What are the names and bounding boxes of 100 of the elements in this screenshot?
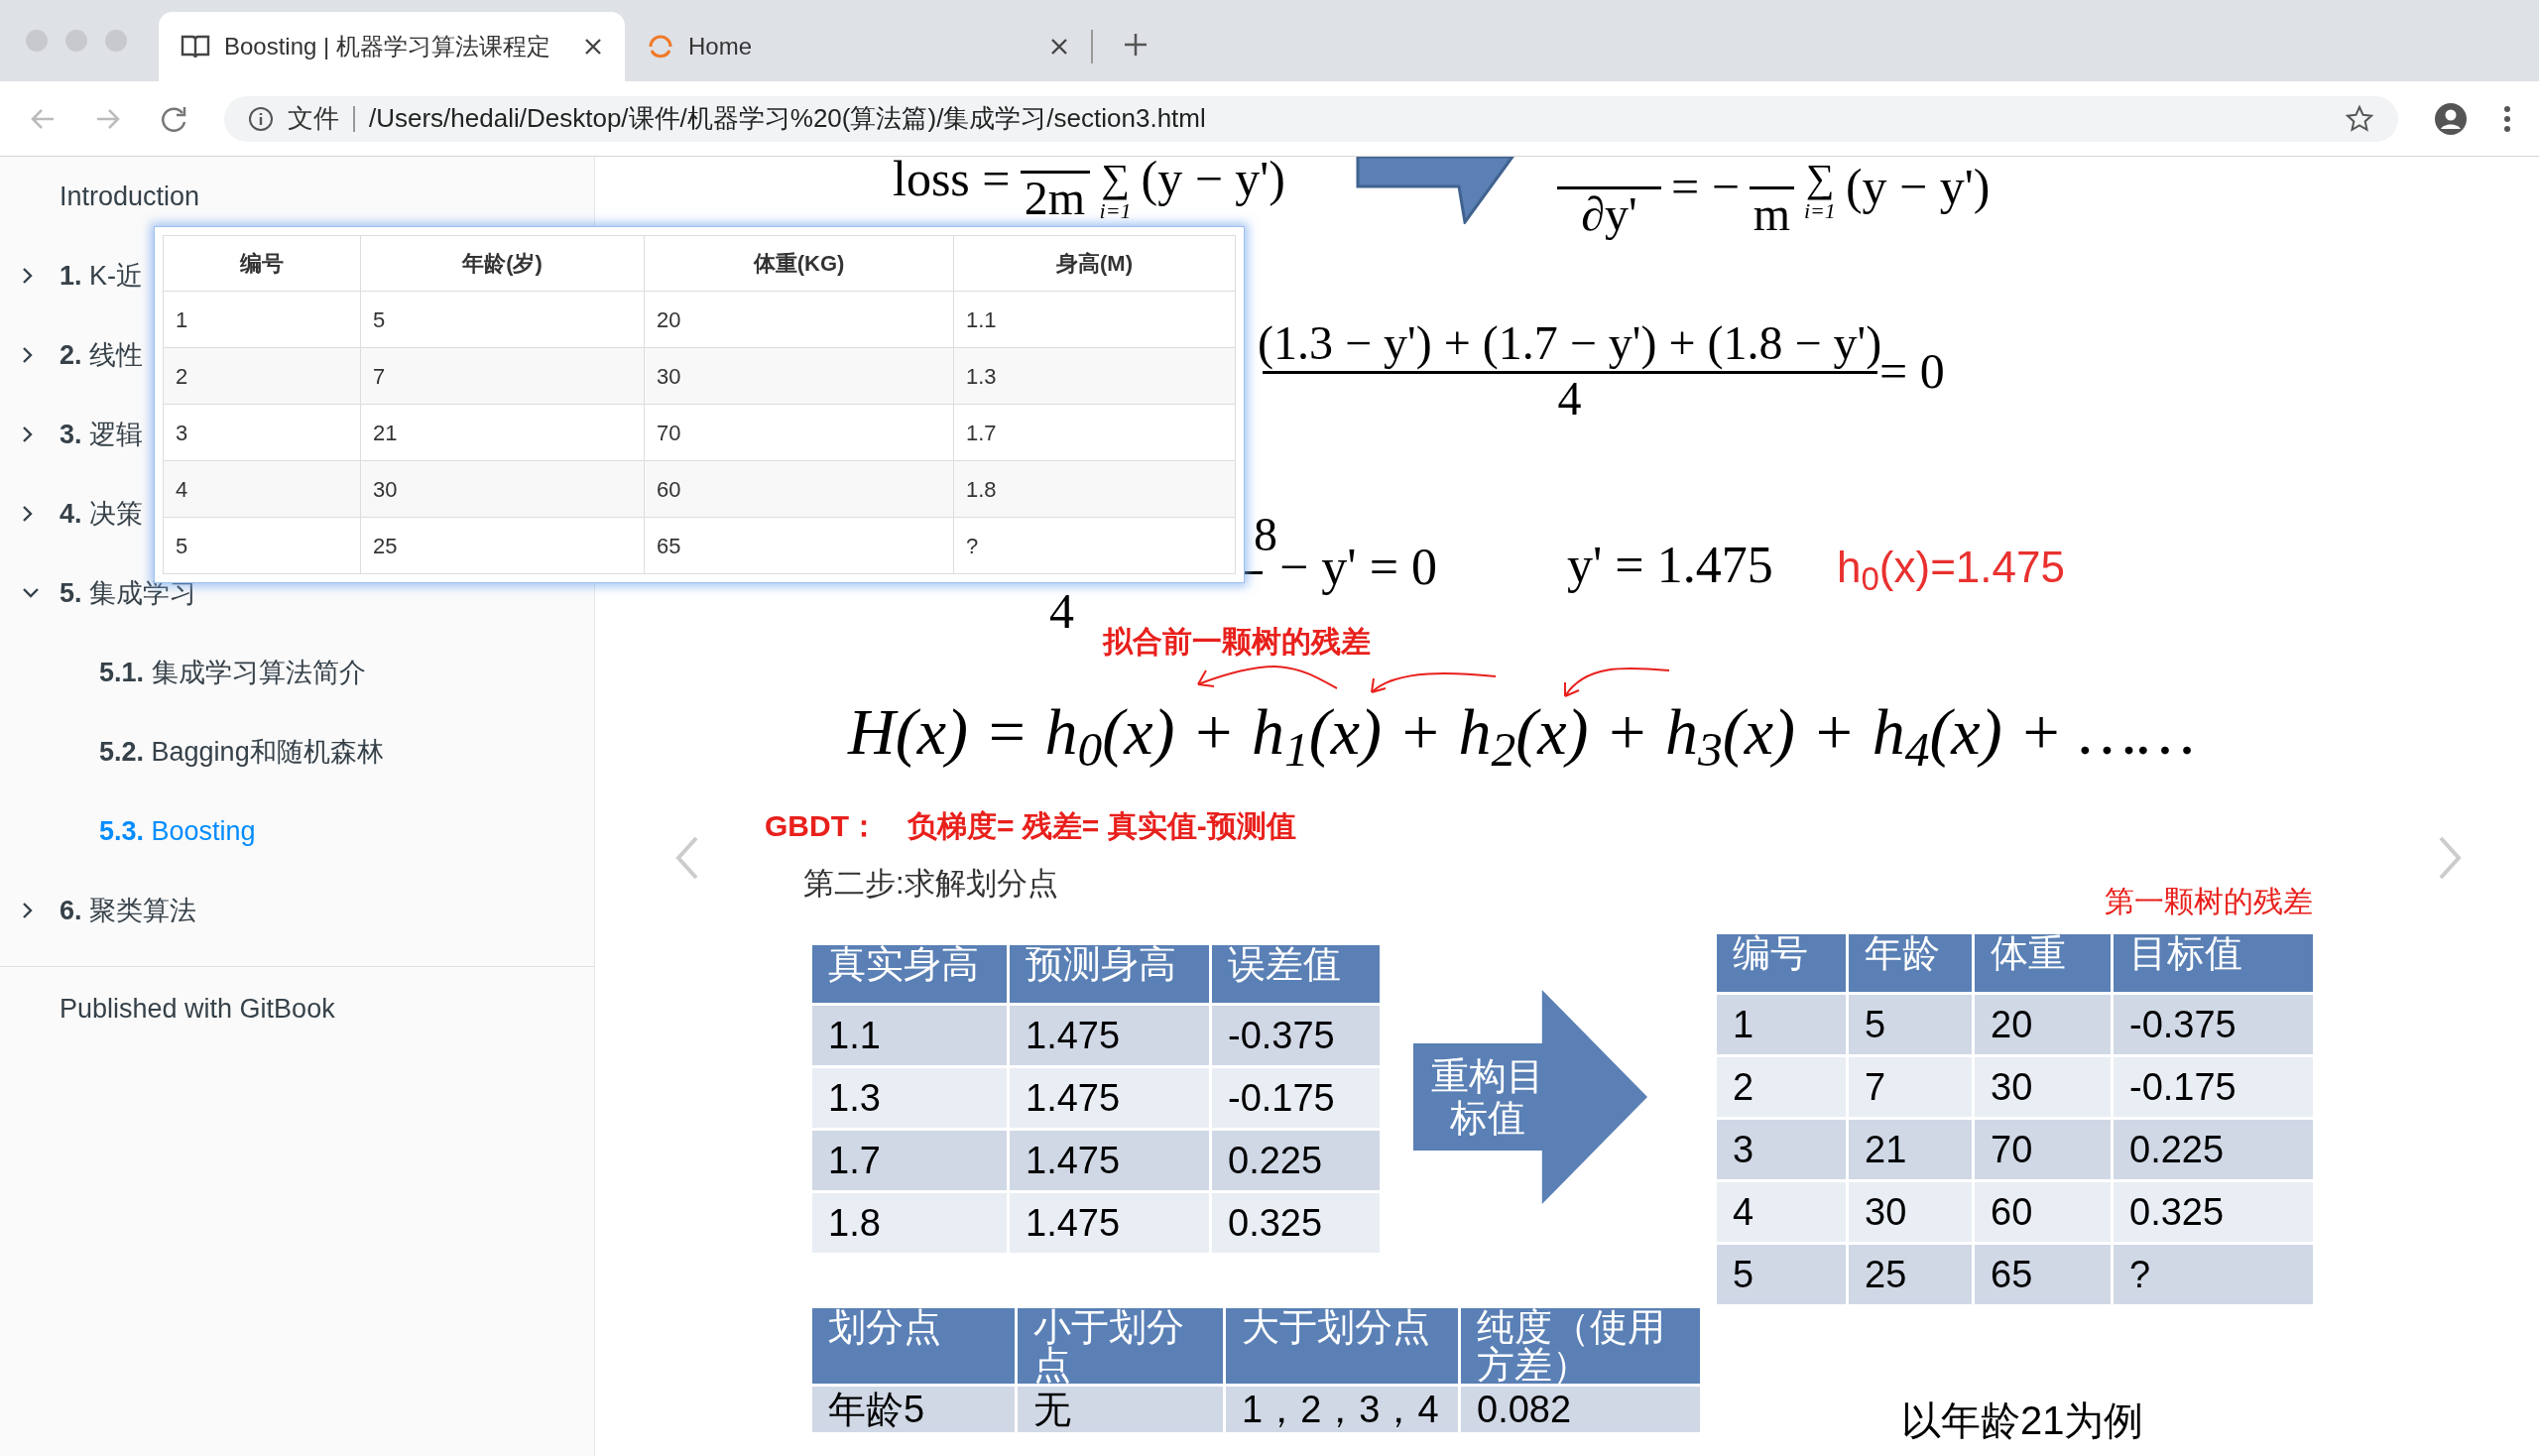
table-cell: 1.3 xyxy=(953,347,1236,405)
gbdt-definition: 负梯度= 残差= 真实值-预测值 xyxy=(907,808,1296,844)
column-header: 小于划分点 xyxy=(1018,1308,1223,1384)
chevron-right-icon[interactable] xyxy=(22,425,34,443)
table-cell: 5 xyxy=(1717,1245,1846,1304)
table-cell: 30 xyxy=(1849,1182,1972,1242)
table-cell: 1.1 xyxy=(953,291,1236,348)
chevron-down-icon[interactable] xyxy=(22,587,40,599)
table-cell: 60 xyxy=(644,460,954,518)
table-cell: 30 xyxy=(1975,1057,2111,1117)
table-cell: 1.475 xyxy=(1010,1068,1209,1128)
column-header: 体重 xyxy=(1975,934,2111,992)
nav-link[interactable]: 1. K-近 xyxy=(60,255,144,297)
numerator: 8 xyxy=(1254,507,1277,562)
table-cell: 1.475 xyxy=(1010,1006,1209,1065)
close-icon[interactable] xyxy=(583,37,603,57)
column-header: 划分点 xyxy=(812,1308,1015,1384)
browser-tab[interactable]: Home xyxy=(625,12,1091,81)
fraction-bar xyxy=(1749,186,1794,189)
table-cell: 7 xyxy=(360,347,645,405)
table-cell: 1.1 xyxy=(812,1006,1007,1065)
denominator: ∂y' xyxy=(1581,189,1637,239)
column-header: 年龄(岁) xyxy=(360,235,645,292)
table-cell: 1.475 xyxy=(1010,1131,1209,1190)
nav-link[interactable]: 3. 逻辑 xyxy=(60,414,144,455)
formula-text: loss = xyxy=(893,157,1011,208)
formula-text: y' = 1.475 xyxy=(1567,536,1773,595)
table-cell: 25 xyxy=(360,517,645,574)
published-with-gitbook-link[interactable]: Published with GitBook xyxy=(60,989,594,1030)
denominator: 2m xyxy=(1024,174,1086,223)
table-cell: 1.7 xyxy=(812,1131,1007,1190)
chevron-right-icon[interactable] xyxy=(22,902,34,919)
nav-link[interactable]: Introduction xyxy=(60,176,200,217)
table-cell: 21 xyxy=(1849,1120,1972,1179)
table-cell: 无 xyxy=(1018,1387,1223,1432)
column-header: 年龄 xyxy=(1849,934,1972,992)
table-cell: 2 xyxy=(1717,1057,1846,1117)
chevron-right-icon[interactable] xyxy=(22,505,34,523)
table-cell: 5 xyxy=(360,291,645,348)
denominator: m xyxy=(1753,189,1791,239)
formula-text: = − xyxy=(1671,158,1740,216)
chevron-right-icon[interactable] xyxy=(22,267,34,285)
formula-text: − y' = 0 xyxy=(1279,538,1438,597)
table-cell: 1.3 xyxy=(812,1068,1007,1128)
bookmark-star-icon[interactable] xyxy=(2345,103,2374,134)
formula-text: (y − y') xyxy=(1141,157,1285,208)
table-cell: 0.325 xyxy=(2114,1182,2313,1242)
tab-title: Boosting | 机器学习算法课程定 xyxy=(224,32,551,61)
sum-index: i=1 xyxy=(1803,200,1836,222)
column-header: 目标值 xyxy=(2114,934,2313,992)
table-cell: 60 xyxy=(1975,1182,2111,1242)
table-cell: -0.375 xyxy=(1212,1006,1380,1065)
table-cell: -0.175 xyxy=(1212,1068,1380,1128)
table-cell: 65 xyxy=(644,517,954,574)
numerator: (1.3 − y') + (1.7 − y') + (1.8 − y') xyxy=(1258,315,1882,370)
annotation-text: 拟合前一颗树的残差 xyxy=(1103,624,1371,660)
column-header: 纯度（使用方差） xyxy=(1461,1308,1700,1384)
table-cell: 1.475 xyxy=(1010,1193,1209,1253)
table-cell: 1 xyxy=(1717,995,1846,1054)
table-cell: 5 xyxy=(1849,995,1972,1054)
close-icon[interactable] xyxy=(1049,37,1069,57)
browser-tab[interactable]: Boosting | 机器学习算法课程定 xyxy=(159,12,625,81)
table-cell: 5 xyxy=(163,517,361,574)
denominator: 4 xyxy=(1049,582,1074,641)
loading-spinner-icon xyxy=(647,33,674,61)
table-cell: 0.225 xyxy=(2114,1120,2313,1179)
table-cell: 1.8 xyxy=(812,1193,1007,1253)
table-cell: 3 xyxy=(1717,1120,1846,1179)
file-scheme-label: 文件 xyxy=(288,102,339,135)
menu-icon[interactable] xyxy=(2503,103,2511,134)
table-cell: 7 xyxy=(1849,1057,1972,1117)
tab-title: Home xyxy=(688,32,754,61)
address-bar[interactable]: 文件 /Users/hedali/Desktop/课件/机器学习%20(算法篇)/集成学习/section3.html xyxy=(224,95,2398,142)
table-cell: 65 xyxy=(1975,1245,2111,1304)
table-cell: -0.375 xyxy=(2114,995,2313,1054)
table-cell: 2 xyxy=(163,347,361,405)
new-tab-icon[interactable] xyxy=(1123,32,1149,58)
nav-link[interactable]: 2. 线性 xyxy=(60,334,144,376)
nav-link[interactable]: 6. 聚类算法 xyxy=(60,890,197,931)
table-cell: 1，2，3，4 xyxy=(1226,1387,1458,1432)
table-cell: 1 xyxy=(163,291,361,348)
column-header: 误差值 xyxy=(1212,945,1380,1003)
nav-link[interactable]: 5.2. Bagging和随机森林 xyxy=(99,731,384,773)
denominator: 4 xyxy=(1557,374,1582,424)
fraction-bar xyxy=(1020,171,1090,174)
account-icon[interactable] xyxy=(2434,101,2468,136)
table-cell: 年龄5 xyxy=(812,1387,1015,1432)
formula-text: (y − y') xyxy=(1845,158,1991,216)
annotation-text: 第一颗树的残差 xyxy=(2105,884,2313,919)
url-text: /Users/hedali/Desktop/课件/机器学习%20(算法篇)/集成学习/section3.html xyxy=(369,102,1206,135)
column-header: 编号 xyxy=(163,235,361,292)
nav-link[interactable]: 4. 决策 xyxy=(60,493,144,535)
nav-link[interactable]: 5.1. 集成学习算法简介 xyxy=(99,652,366,693)
chevron-right-icon[interactable] xyxy=(22,346,34,364)
table-cell: 0.225 xyxy=(1212,1131,1380,1190)
formula-text: = 0 xyxy=(1879,342,1945,401)
column-header: 身高(M) xyxy=(953,235,1236,292)
column-header: 体重(KG) xyxy=(644,235,954,292)
table-cell: 21 xyxy=(360,404,645,461)
table-cell: 25 xyxy=(1849,1245,1972,1304)
